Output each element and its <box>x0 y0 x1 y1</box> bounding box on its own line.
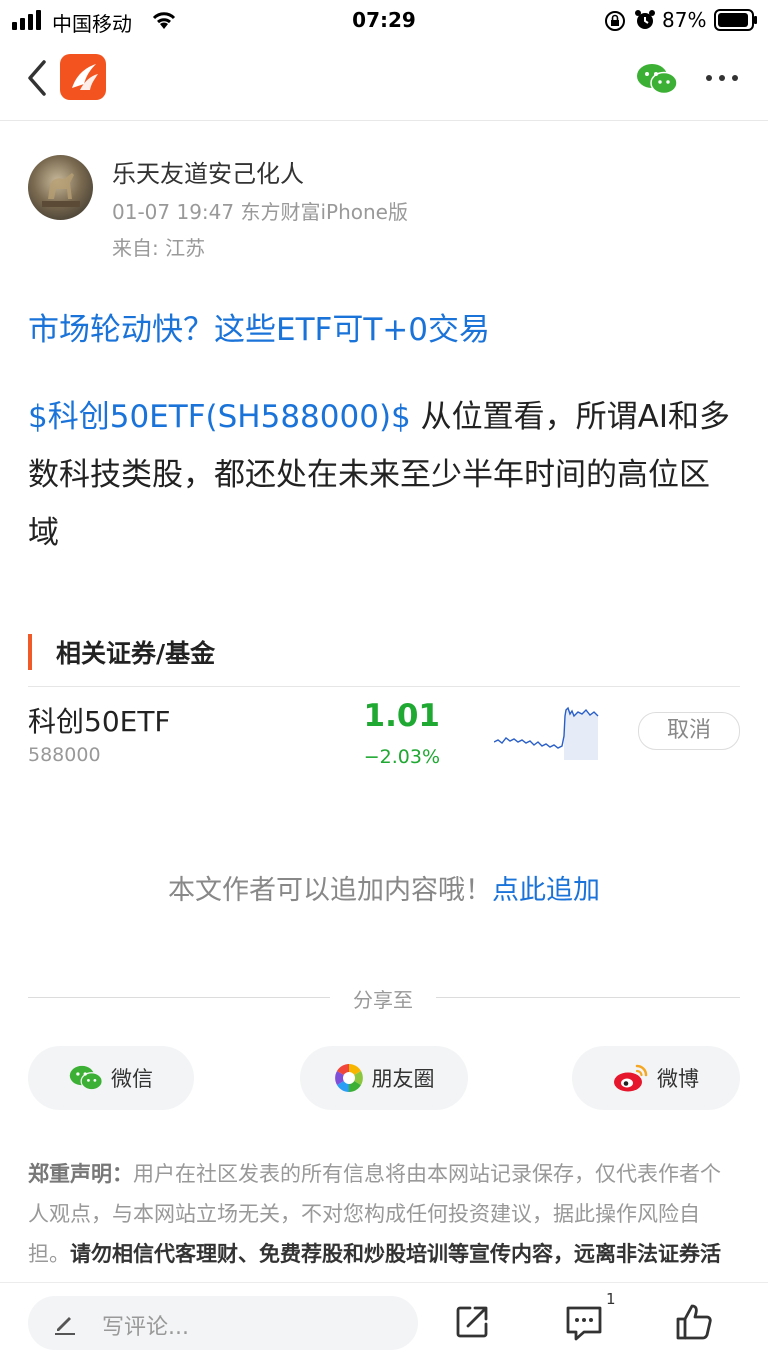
post-meta: 01-07 19:47 东方财富iPhone版 <box>112 200 408 224</box>
fund-name[interactable]: 科创50ETF <box>28 700 171 740</box>
pencil-icon <box>55 1317 75 1335</box>
rotation-lock-icon <box>605 11 625 31</box>
avatar[interactable] <box>28 155 93 220</box>
share-wechat-label: 微信 <box>111 1067 153 1091</box>
divider <box>28 686 740 687</box>
section-accent-bar <box>28 634 32 670</box>
disclaimer: 郑重声明：用户在社区发表的所有信息将由本网站记录保存，仅代表作者个人观点，与本网… <box>28 1154 740 1282</box>
disclaimer-warning: 请勿相信代客理财、免费荐股和炒股培训等宣传内容，远离非法证券活动。请勿添加发言用… <box>70 1242 721 1266</box>
add-content-prompt: 本文作者可以追加内容哦！点此追加 <box>0 868 768 907</box>
share-moments-label: 朋友圈 <box>371 1067 435 1091</box>
alarm-icon <box>635 10 655 29</box>
eastmoney-logo-icon <box>60 54 106 100</box>
author-name[interactable]: 乐天友道安己化人 <box>112 154 304 189</box>
battery-icon <box>714 9 757 31</box>
share-weibo-label: 微博 <box>657 1067 699 1091</box>
comment-icon[interactable] <box>564 1304 604 1342</box>
comment-placeholder: 写评论... <box>102 1315 189 1340</box>
more-dots-icon[interactable] <box>704 72 740 84</box>
post-title[interactable]: 市场轮动快？这些ETF可T+0交易 <box>28 304 490 349</box>
post-body: $科创50ETF(SH588000)$ 从位置看，所谓AI和多数科技类股，都还处… <box>28 388 740 562</box>
battery-percent: 87% <box>662 8 707 32</box>
add-content-link[interactable]: 点此追加 <box>492 875 600 906</box>
share-label: 分享至 <box>353 988 413 1012</box>
disclaimer-lead: 郑重声明： <box>28 1162 133 1186</box>
post-location: 来自: 江苏 <box>112 236 206 260</box>
share-moments-button[interactable]: 朋友圈 <box>300 1046 468 1110</box>
thumbs-up-icon[interactable] <box>674 1302 714 1342</box>
fund-change: −2.03% <box>363 746 440 768</box>
fund-price: 1.01 <box>363 698 441 734</box>
share-weibo-button[interactable]: 微博 <box>572 1046 740 1110</box>
status-bar: 中国移动 07:29 87% <box>0 0 768 40</box>
wechat-icon[interactable] <box>636 62 678 96</box>
fund-code: 588000 <box>28 744 101 766</box>
cancel-follow-button[interactable]: 取消 <box>638 712 740 750</box>
divider <box>436 997 740 998</box>
divider <box>28 997 330 998</box>
share-out-icon[interactable] <box>454 1304 490 1340</box>
share-wechat-button[interactable]: 微信 <box>28 1046 194 1110</box>
moments-icon <box>334 1064 363 1092</box>
wechat-icon <box>69 1065 103 1091</box>
comment-count-badge: 1 <box>606 1290 616 1308</box>
fund-sparkline <box>494 706 599 760</box>
add-content-text: 本文作者可以追加内容哦！ <box>168 875 492 906</box>
comment-input[interactable] <box>28 1296 418 1350</box>
weibo-icon <box>614 1064 648 1092</box>
related-securities-header: 相关证券/基金 <box>56 639 216 668</box>
stock-link[interactable]: $科创50ETF(SH588000)$ <box>28 399 411 435</box>
back-icon[interactable] <box>24 58 50 98</box>
